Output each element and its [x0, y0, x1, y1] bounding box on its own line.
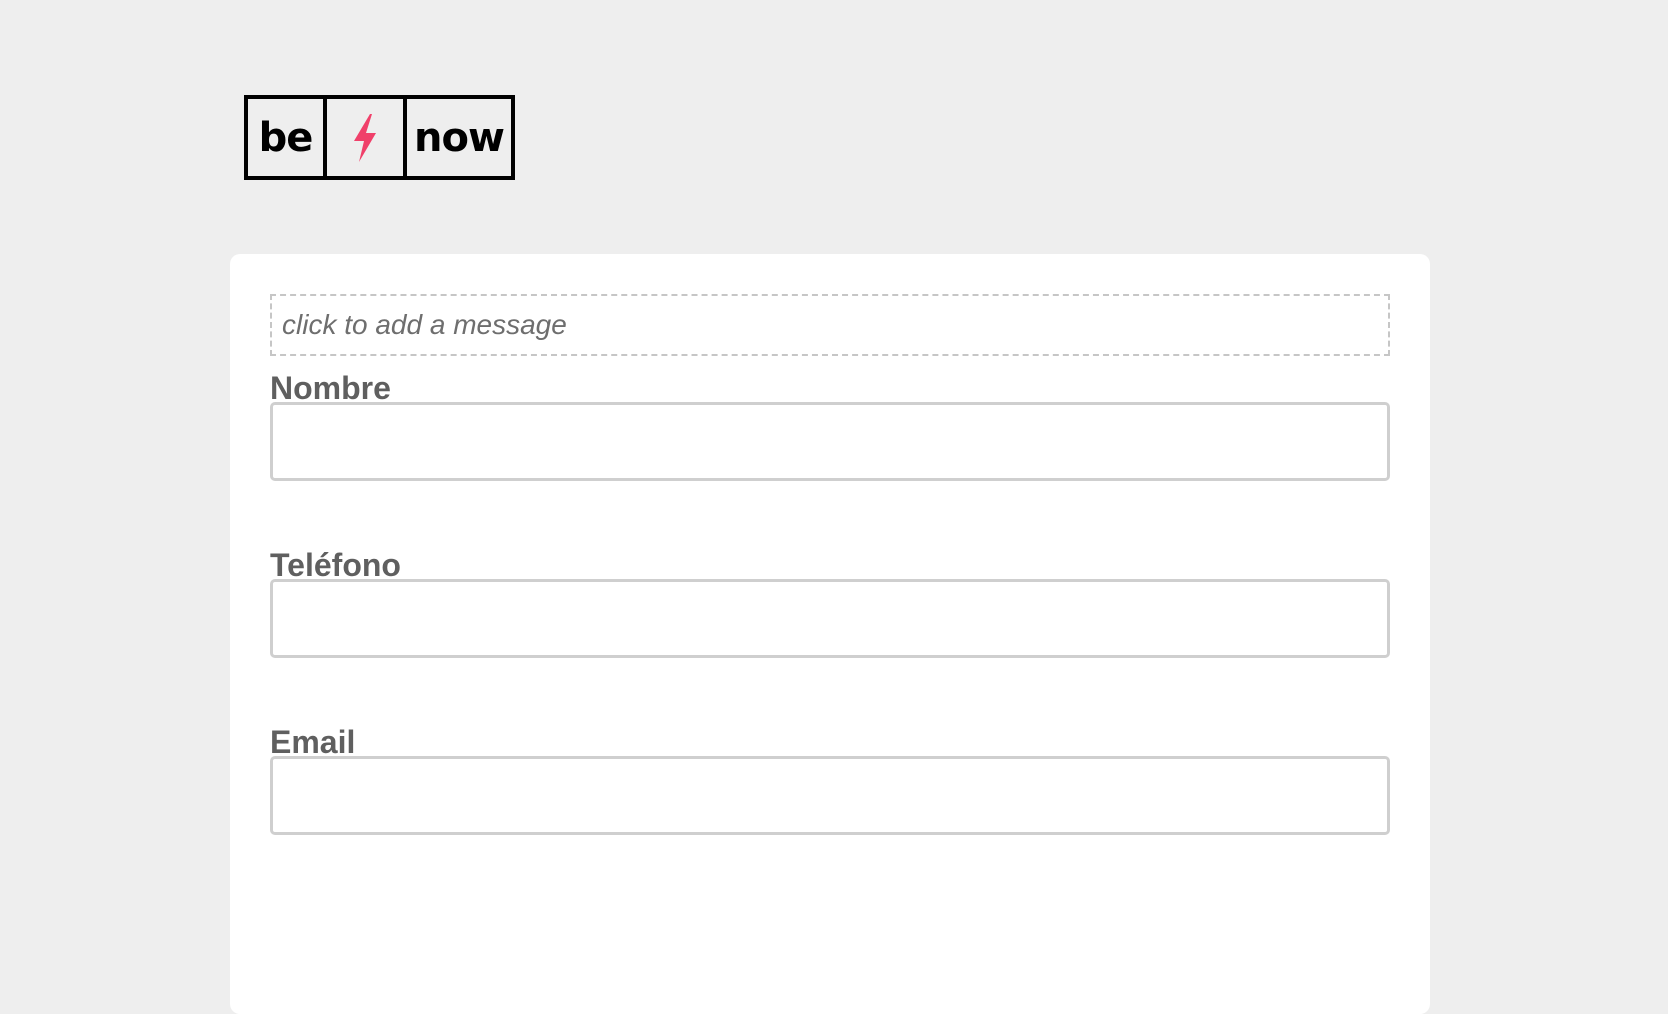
logo-text-now: now [414, 114, 505, 161]
logo-bolt-cell [327, 99, 407, 176]
telefono-input[interactable] [270, 579, 1390, 658]
nombre-input[interactable] [270, 402, 1390, 481]
lightning-bolt-icon [354, 113, 376, 162]
add-message-area[interactable]: click to add a message [270, 294, 1390, 356]
email-input[interactable] [270, 756, 1390, 835]
form-card: click to add a message Nombre Teléfono E… [230, 254, 1430, 1014]
brand-logo: be now [244, 95, 515, 180]
logo-text-be: be [248, 99, 327, 176]
